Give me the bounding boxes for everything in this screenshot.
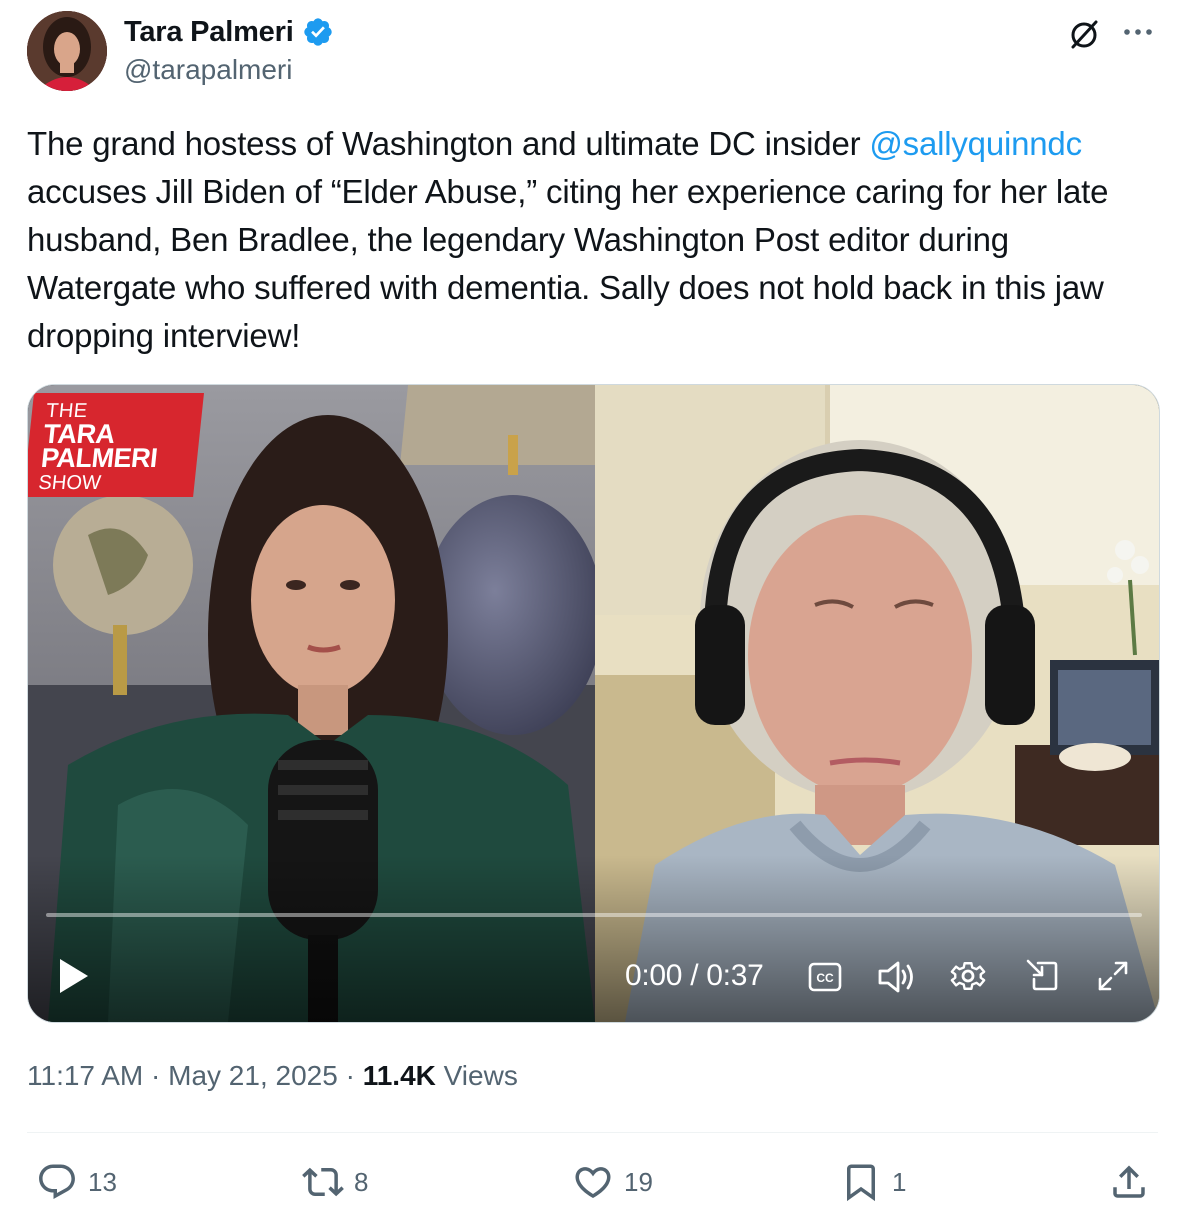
tweet-meta: 11:17 AM · May 21, 2025 · 11.4K Views [27, 1060, 518, 1092]
grok-button[interactable] [1064, 14, 1104, 54]
share-icon [1113, 1165, 1145, 1198]
views-label: Views [435, 1060, 518, 1091]
video-player[interactable]: THE TARA PALMERI SHOW 0:00 / 0:37 CC [27, 384, 1160, 1023]
picture-in-picture-icon [1026, 959, 1058, 991]
verified-badge-icon [303, 18, 332, 46]
picture-in-picture-button[interactable] [1024, 957, 1062, 995]
divider [27, 1132, 1158, 1133]
author-handle[interactable]: @tarapalmeri [124, 54, 292, 86]
play-button[interactable] [54, 955, 94, 997]
heart-icon [575, 1167, 611, 1199]
repost-count: 8 [354, 1166, 369, 1197]
fullscreen-icon [1098, 961, 1128, 991]
reply-button[interactable]: 13 [36, 1156, 117, 1208]
reply-count: 13 [88, 1166, 117, 1197]
more-button[interactable] [1118, 14, 1158, 54]
like-button[interactable]: 19 [572, 1156, 653, 1208]
bookmark-button[interactable]: 1 [840, 1156, 906, 1208]
show-logo-line-4: SHOW [37, 472, 102, 494]
reply-icon [39, 1164, 75, 1199]
meta-separator: · [143, 1060, 169, 1091]
author-display-name[interactable]: Tara Palmeri [124, 16, 294, 49]
avatar[interactable] [27, 11, 107, 91]
captions-button[interactable]: CC [808, 960, 842, 994]
tweet-text: The grand hostess of Washington and ulti… [27, 120, 1167, 360]
tweet-time[interactable]: 11:17 AM [27, 1060, 143, 1091]
show-logo-line-3: PALMERI [39, 443, 159, 473]
volume-button[interactable] [876, 957, 918, 997]
author-name-row[interactable]: Tara Palmeri [124, 14, 334, 50]
grok-icon [1071, 20, 1098, 49]
more-icon [1124, 29, 1152, 35]
settings-button[interactable] [948, 956, 988, 996]
tweet-text-part-2: accuses Jill Biden of “Elder Abuse,” cit… [27, 173, 1109, 354]
volume-icon [878, 961, 913, 993]
show-logo: THE TARA PALMERI SHOW [28, 393, 205, 497]
tweet-date[interactable]: May 21, 2025 [168, 1060, 338, 1091]
svg-text:CC: CC [816, 971, 834, 985]
controls-overlay [28, 855, 1159, 1022]
bookmark-icon [847, 1164, 875, 1202]
views-count: 11.4K [362, 1060, 436, 1091]
bookmark-count: 1 [892, 1166, 907, 1197]
show-logo-line-1: THE [44, 400, 89, 422]
like-count: 19 [624, 1166, 653, 1197]
share-button[interactable] [1108, 1156, 1150, 1208]
fullscreen-button[interactable] [1096, 959, 1130, 993]
mention-link[interactable]: @sallyquinndc [869, 125, 1082, 162]
time-display: 0:00 / 0:37 [625, 959, 764, 992]
repost-button[interactable]: 8 [302, 1156, 368, 1208]
repost-icon [302, 1167, 344, 1197]
settings-icon [950, 962, 986, 990]
progress-bar[interactable] [46, 913, 1142, 917]
tweet-text-part-1: The grand hostess of Washington and ulti… [27, 125, 870, 162]
captions-icon: CC [808, 962, 842, 992]
play-icon [60, 959, 88, 993]
meta-separator-2: · [337, 1060, 363, 1091]
